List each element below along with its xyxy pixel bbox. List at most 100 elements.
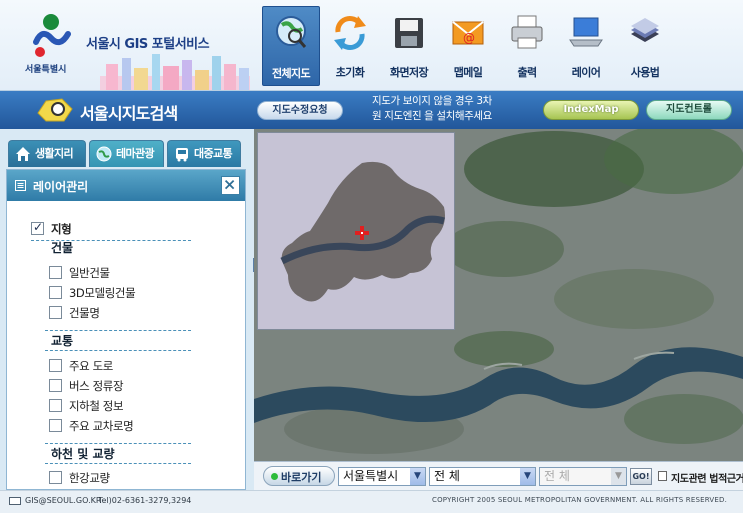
layer-label-general-building: 일반건물 — [69, 266, 110, 280]
mail-icon — [9, 497, 21, 505]
neighborhood-select[interactable]: 전 체 ▼ — [539, 467, 627, 486]
tab-theme-tourism[interactable]: 테마관광 — [89, 140, 164, 167]
layer-label-3d-building: 3D모델링건물 — [69, 286, 136, 300]
footer-copyright: COPYRIGHT 2005 SEOUL METROPOLITAN GOVERN… — [432, 496, 728, 504]
layer-label-subway: 지하철 정보 — [69, 399, 124, 413]
seoul-emblem-logo — [33, 14, 71, 57]
toolbar-label: 레이어 — [571, 66, 601, 79]
laptop-layers-icon — [569, 17, 603, 47]
toolbar-label: 초기화 — [335, 66, 365, 79]
indexmap-button[interactable]: IndexMap — [543, 100, 639, 120]
divider — [45, 350, 191, 351]
book-help-icon — [631, 18, 659, 42]
logo-caption: 서울특별시 — [25, 65, 67, 75]
header: 서울특별시 서울시 GIS 포털서비스 전체지도 초기화 화면저장 @ 맵메일 … — [0, 0, 743, 91]
notice-line: 원 지도엔진 을 설치해주세요 — [372, 110, 492, 122]
layer-label-main-road: 주요 도로 — [69, 359, 113, 373]
city-select[interactable]: 서울특별시 ▼ — [338, 467, 426, 486]
title-bar: 서울시지도검색 지도수정요청 지도가 보이지 않을 경우 3차 원 지도엔진 을… — [0, 91, 743, 129]
layer-checkbox-3d-building[interactable] — [49, 286, 62, 299]
toolbar-label: 사용법 — [630, 66, 660, 79]
legal-basis-link[interactable]: 지도관련 법적근거 — [658, 470, 743, 485]
layer-group-river: 하천 및 교량 — [51, 447, 115, 461]
toolbar-label: 출력 — [517, 66, 537, 79]
chevron-down-icon: ▼ — [520, 468, 535, 485]
toolbar-map-mail-button[interactable]: @ 맵메일 — [439, 6, 497, 86]
toolbar-full-map-button[interactable]: 전체지도 — [262, 6, 320, 86]
index-overview-map[interactable] — [257, 132, 455, 330]
layer-checkbox-terrain[interactable] — [31, 220, 44, 235]
layer-group-traffic: 교통 — [51, 334, 74, 348]
tab-label: 테마관광 — [116, 147, 155, 160]
logo-area[interactable]: 서울특별시 서울시 GIS 포털서비스 — [0, 0, 255, 91]
close-button[interactable] — [221, 176, 240, 195]
green-dot-icon — [271, 473, 278, 480]
mail-envelope-icon: @ — [452, 21, 484, 45]
toolbar-print-button[interactable]: 출력 — [498, 6, 556, 86]
map-view[interactable] — [254, 129, 743, 461]
layer-checkbox-han-bridge[interactable] — [49, 471, 62, 484]
notice-line: 지도가 보이지 않을 경우 3차 — [372, 95, 492, 107]
layer-checkbox-general-building[interactable] — [49, 266, 62, 279]
goto-button[interactable]: 바로가기 — [263, 466, 335, 486]
layer-checkbox-subway[interactable] — [49, 399, 62, 412]
layer-label-intersection: 주요 교차로명 — [69, 419, 134, 433]
layer-checkbox-bus-stop[interactable] — [49, 379, 62, 392]
tab-label: 생활지리 — [35, 147, 74, 160]
toolbar-reset-button[interactable]: 초기화 — [321, 6, 379, 86]
footer-email-link[interactable]: GIS@SEOUL.GO.KR — [25, 496, 101, 505]
divider — [45, 463, 191, 464]
go-button[interactable]: GO! — [630, 468, 652, 485]
layer-panel-title: 레이어관리 — [33, 180, 89, 194]
layer-label-han-bridge: 한강교량 — [69, 471, 110, 485]
refresh-arrows-icon — [334, 16, 366, 50]
main-toolbar: 전체지도 초기화 화면저장 @ 맵메일 출력 레이어 사용법 — [262, 6, 675, 88]
globe-icon — [96, 146, 112, 162]
list-icon — [15, 180, 26, 191]
divider — [45, 443, 191, 444]
floppy-disk-icon — [395, 18, 423, 48]
toolbar-save-screen-button[interactable]: 화면저장 — [380, 6, 438, 86]
layer-checkbox-building-name[interactable] — [49, 306, 62, 319]
toolbar-help-button[interactable]: 사용법 — [616, 6, 674, 86]
house-icon — [16, 147, 30, 161]
toolbar-layer-button[interactable]: 레이어 — [557, 6, 615, 86]
legal-basis-label: 지도관련 법적근거 — [671, 474, 743, 485]
layer-group-building: 건물 — [51, 241, 74, 255]
svg-text:@: @ — [463, 31, 475, 45]
tab-public-transit[interactable]: 대중교통 — [167, 140, 241, 167]
bus-icon — [176, 148, 188, 162]
goto-label: 바로가기 — [281, 471, 322, 484]
footer-telephone: Tel)02-6361-3279,3294 — [98, 496, 192, 505]
chevron-down-icon: ▼ — [611, 468, 626, 485]
layer-panel: 레이어관리 지형 건물 일반건물 3D모델링건물 건물명 교통 주요 도로 버스… — [6, 169, 246, 490]
toolbar-label: 화면저장 — [389, 66, 429, 79]
tab-label: 대중교통 — [194, 147, 233, 160]
layer-checkbox-main-road[interactable] — [49, 359, 62, 372]
engine-install-notice: 지도가 보이지 않을 경우 3차 원 지도엔진 을 설치해주세요 — [372, 94, 536, 124]
center-crosshair-icon — [355, 226, 369, 240]
location-search-bar: 바로가기 서울특별시 ▼ 전 체 ▼ 전 체 ▼ GO! 지도관련 법적근거 — [254, 461, 743, 490]
city-skyline-illustration — [100, 54, 250, 90]
category-tabs: 생활지리 테마관광 대중교통 — [8, 140, 244, 167]
sidebar: 생활지리 테마관광 대중교통 레이어관리 ✓ 지형 건물 일반건물 3D모델링건… — [0, 129, 254, 490]
globe-search-icon — [276, 16, 307, 48]
chevron-down-icon: ▼ — [410, 468, 425, 485]
map-correction-request-button[interactable]: 지도수정요청 — [257, 101, 343, 120]
toolbar-label: 전체지도 — [271, 67, 311, 80]
toolbar-label: 맵메일 — [453, 66, 483, 79]
tab-life-geography[interactable]: 생활지리 — [8, 140, 86, 167]
printer-icon — [511, 15, 543, 49]
layer-panel-header: 레이어관리 — [7, 170, 245, 201]
layer-label-building-name: 건물명 — [69, 306, 100, 320]
map-search-icon — [37, 98, 73, 122]
layer-checkbox-intersection[interactable] — [49, 419, 62, 432]
map-control-button[interactable]: 지도컨트롤 — [646, 100, 732, 120]
divider — [45, 330, 191, 331]
layer-label-terrain: 지형 — [51, 222, 72, 236]
close-icon — [224, 179, 235, 190]
page-title: 서울시지도검색 — [80, 104, 178, 123]
city-select-value: 서울특별시 — [343, 469, 399, 483]
district-select[interactable]: 전 체 ▼ — [429, 467, 536, 486]
footer: GIS@SEOUL.GO.KR Tel)02-6361-3279,3294 CO… — [0, 490, 743, 513]
